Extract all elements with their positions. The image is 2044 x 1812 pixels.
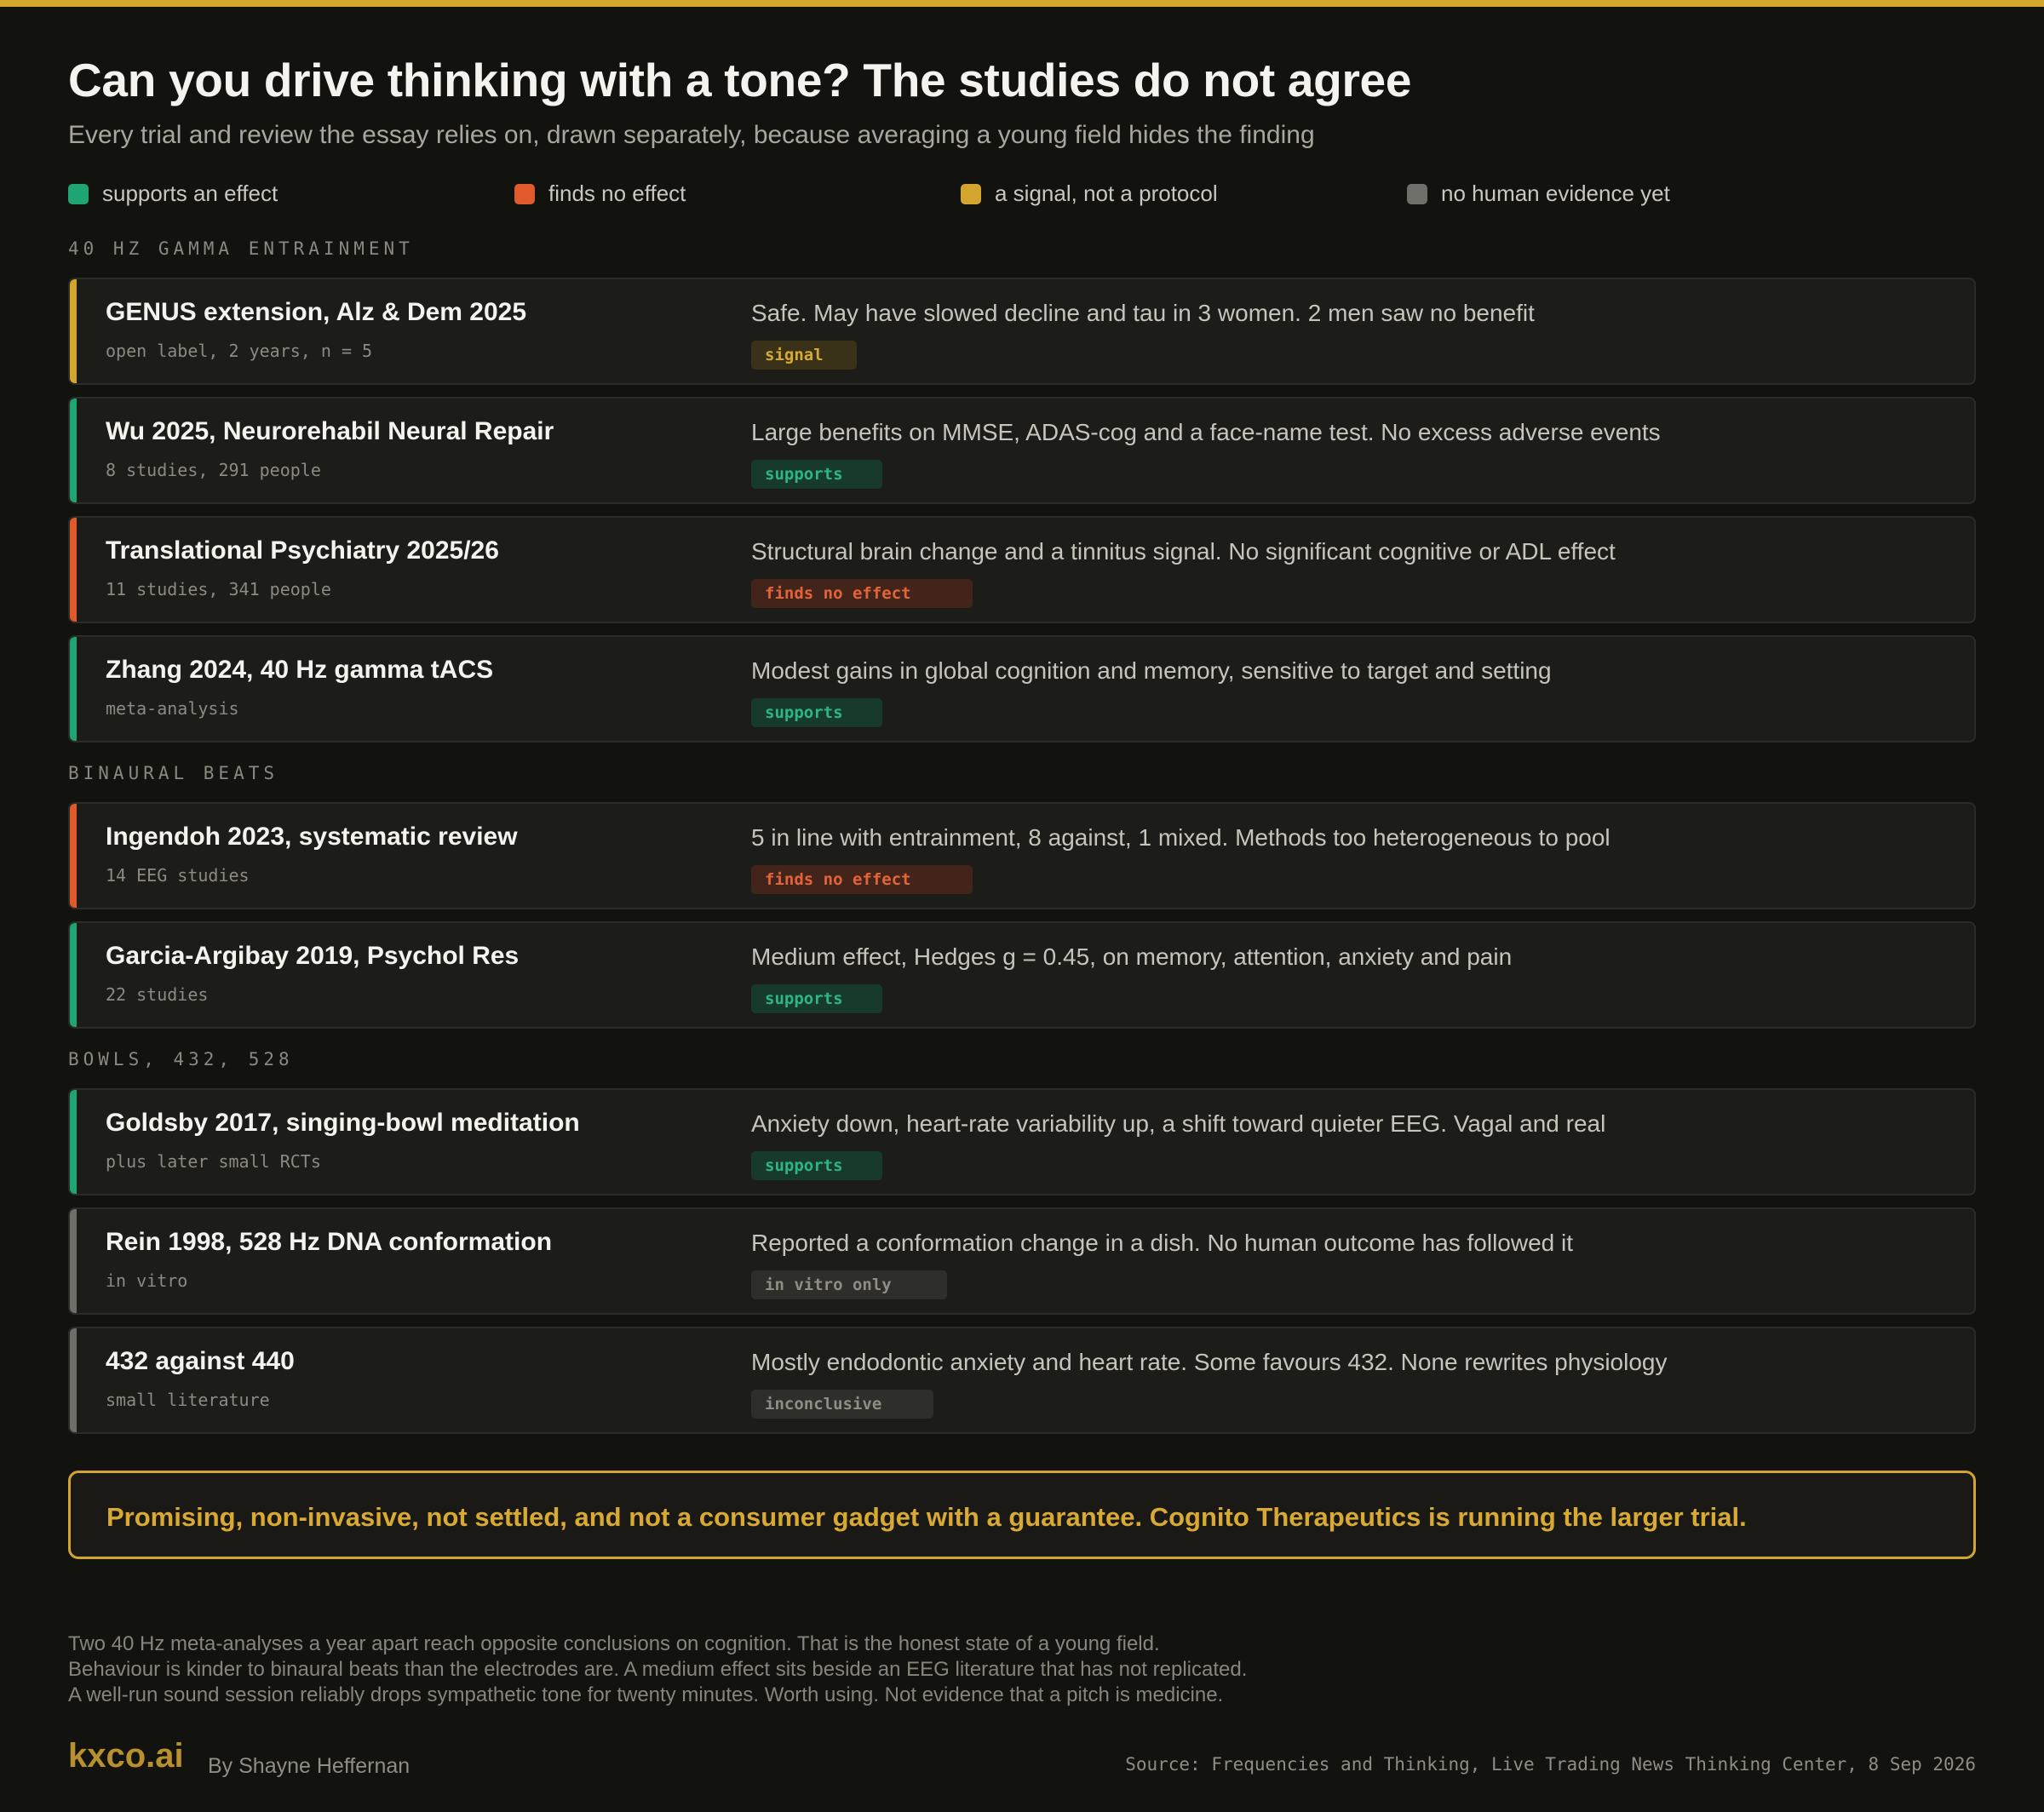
- study-finding: 5 in line with entrainment, 8 against, 1…: [751, 824, 1611, 851]
- footnote-line: Behaviour is kinder to binaural beats th…: [68, 1658, 1248, 1681]
- study-row: 432 against 440 small literature Mostly …: [68, 1327, 1976, 1434]
- study-row: Wu 2025, Neurorehabil Neural Repair 8 st…: [68, 397, 1976, 504]
- page-subtitle: Every trial and review the essay relies …: [68, 121, 1315, 149]
- status-badge: supports: [751, 984, 882, 1013]
- status-accent: [70, 1328, 77, 1432]
- study-title: 432 against 440: [106, 1347, 295, 1375]
- page-title: Can you drive thinking with a tone? The …: [68, 54, 1412, 106]
- study-row: Zhang 2024, 40 Hz gamma tACS meta-analys…: [68, 635, 1976, 743]
- conclusion-callout: Promising, non-invasive, not settled, an…: [68, 1471, 1976, 1559]
- top-accent-bar: [0, 0, 2044, 7]
- byline: By Shayne Heffernan: [208, 1754, 411, 1778]
- study-title: Rein 1998, 528 Hz DNA conformation: [106, 1228, 553, 1256]
- section-heading-binaural: BINAURAL BEATS: [68, 763, 279, 783]
- status-badge: supports: [751, 460, 882, 489]
- study-row: Garcia-Argibay 2019, Psychol Res 22 stud…: [68, 921, 1976, 1029]
- status-badge: in vitro only: [751, 1270, 947, 1299]
- study-meta: meta-analysis: [106, 698, 239, 719]
- conclusion-text: Promising, non-invasive, not settled, an…: [106, 1502, 1747, 1532]
- study-meta: open label, 2 years, n = 5: [106, 341, 373, 361]
- study-title: Ingendoh 2023, systematic review: [106, 823, 518, 851]
- study-meta: in vitro: [106, 1270, 188, 1291]
- status-badge: supports: [751, 698, 882, 727]
- study-title: Translational Psychiatry 2025/26: [106, 536, 499, 565]
- study-meta: small literature: [106, 1390, 270, 1410]
- section-heading-bowls: BOWLS, 432, 528: [68, 1049, 294, 1069]
- study-meta: 14 EEG studies: [106, 865, 250, 886]
- study-finding: Large benefits on MMSE, ADAS-cog and a f…: [751, 419, 1661, 445]
- study-finding: Medium effect, Hedges g = 0.45, on memor…: [751, 943, 1513, 970]
- legend-swatch-no-human: [1407, 183, 1427, 204]
- status-badge: supports: [751, 1151, 882, 1180]
- study-title: Zhang 2024, 40 Hz gamma tACS: [106, 656, 494, 684]
- status-accent: [70, 923, 77, 1027]
- study-meta: 8 studies, 291 people: [106, 460, 321, 480]
- study-title: Wu 2025, Neurorehabil Neural Repair: [106, 417, 554, 445]
- legend-swatch-supports: [68, 183, 89, 204]
- status-accent: [70, 1090, 77, 1194]
- legend-item-signal: a signal, not a protocol: [961, 181, 1218, 207]
- footnote-line: Two 40 Hz meta-analyses a year apart rea…: [68, 1632, 1160, 1655]
- study-title: GENUS extension, Alz & Dem 2025: [106, 298, 527, 326]
- study-finding: Structural brain change and a tinnitus s…: [751, 538, 1616, 565]
- legend-label: a signal, not a protocol: [995, 181, 1218, 206]
- legend-swatch-no-effect: [514, 183, 535, 204]
- status-accent: [70, 279, 77, 383]
- study-finding: Reported a conformation change in a dish…: [751, 1230, 1574, 1256]
- study-finding: Mostly endodontic anxiety and heart rate…: [751, 1349, 1668, 1375]
- legend-swatch-signal: [961, 183, 981, 204]
- section-heading-gamma: 40 HZ GAMMA ENTRAINMENT: [68, 238, 414, 259]
- status-badge: finds no effect: [751, 579, 973, 608]
- study-finding: Safe. May have slowed decline and tau in…: [751, 300, 1535, 326]
- study-title: Goldsby 2017, singing-bowl meditation: [106, 1109, 580, 1137]
- study-row: Translational Psychiatry 2025/26 11 stud…: [68, 516, 1976, 623]
- study-finding: Modest gains in global cognition and mem…: [751, 657, 1552, 684]
- source-credit: Source: Frequencies and Thinking, Live T…: [1125, 1754, 1976, 1775]
- legend: supports an effect finds no effect a sig…: [68, 181, 1976, 211]
- study-meta: plus later small RCTs: [106, 1151, 321, 1172]
- legend-item-no-effect: finds no effect: [514, 181, 686, 207]
- status-accent: [70, 1209, 77, 1313]
- status-accent: [70, 637, 77, 741]
- legend-label: no human evidence yet: [1441, 181, 1670, 206]
- study-finding: Anxiety down, heart-rate variability up,…: [751, 1110, 1606, 1137]
- study-row: Ingendoh 2023, systematic review 14 EEG …: [68, 802, 1976, 909]
- legend-item-no-human: no human evidence yet: [1407, 181, 1670, 207]
- study-row: Rein 1998, 528 Hz DNA conformation in vi…: [68, 1207, 1976, 1315]
- status-badge: finds no effect: [751, 865, 973, 894]
- study-row: Goldsby 2017, singing-bowl meditation pl…: [68, 1088, 1976, 1196]
- legend-item-supports: supports an effect: [68, 181, 278, 207]
- status-accent: [70, 804, 77, 908]
- status-badge: signal: [751, 341, 857, 370]
- study-title: Garcia-Argibay 2019, Psychol Res: [106, 942, 520, 970]
- footnotes: Two 40 Hz meta-analyses a year apart rea…: [68, 1631, 1247, 1708]
- legend-label: finds no effect: [548, 181, 686, 206]
- brand-logo: kxco.ai: [68, 1737, 184, 1775]
- footnote-line: A well-run sound session reliably drops …: [68, 1683, 1224, 1706]
- status-accent: [70, 518, 77, 622]
- study-meta: 22 studies: [106, 984, 209, 1005]
- study-meta: 11 studies, 341 people: [106, 579, 331, 599]
- legend-label: supports an effect: [102, 181, 278, 206]
- status-badge: inconclusive: [751, 1390, 933, 1419]
- study-row: GENUS extension, Alz & Dem 2025 open lab…: [68, 278, 1976, 385]
- status-accent: [70, 399, 77, 502]
